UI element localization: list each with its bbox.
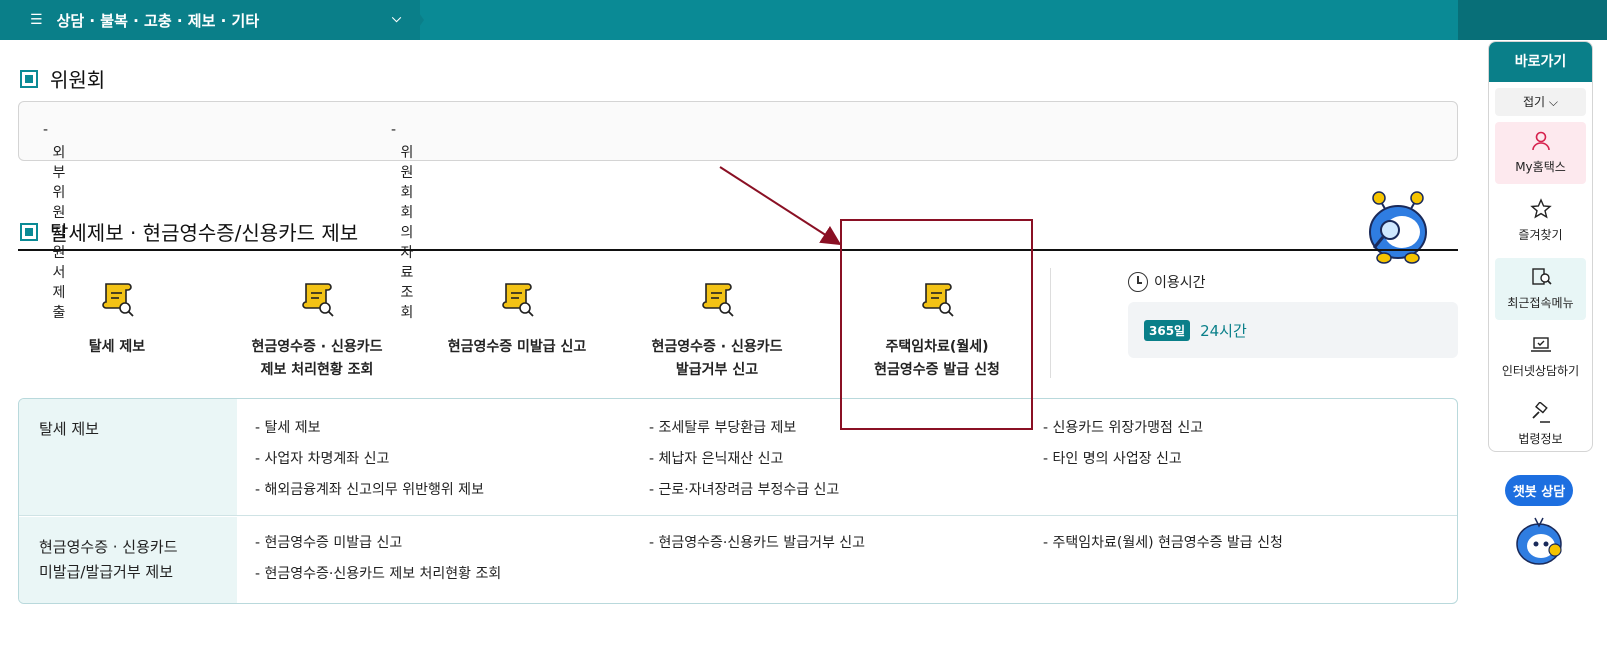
quick-item-label: My홈택스 bbox=[1515, 160, 1566, 174]
laptop-icon bbox=[1530, 337, 1551, 352]
quick-item-online-consult[interactable]: 인터넷상담하기 bbox=[1495, 326, 1586, 388]
quick-item-label: 인터넷상담하기 bbox=[1501, 364, 1580, 378]
quick-menu-title: 바로가기 bbox=[1489, 42, 1592, 82]
fold-button[interactable]: 접기 ⌵ bbox=[1495, 88, 1586, 116]
annotation-highlight-box bbox=[840, 219, 1033, 430]
star-icon bbox=[1529, 198, 1552, 219]
quick-item-label: 즐겨찾기 bbox=[1518, 228, 1563, 242]
quick-item-recent-menu[interactable]: 최근접속메뉴 bbox=[1495, 258, 1586, 320]
gavel-icon bbox=[1531, 402, 1550, 423]
document-search-icon bbox=[1531, 268, 1552, 285]
annotation-arrow bbox=[719, 166, 842, 246]
quick-menu-panel: 바로가기 접기 ⌵ My홈택스 즐겨찾기 최근접속메뉴 인터넷상담하기 법령정보 bbox=[1488, 41, 1593, 452]
chatbot-button[interactable]: 챗봇 상담 bbox=[1505, 475, 1573, 568]
chatbot-mascot-icon bbox=[1516, 517, 1562, 565]
fold-label: 접기 bbox=[1522, 95, 1546, 109]
quick-item-label: 법령정보 bbox=[1518, 432, 1563, 446]
person-icon bbox=[1531, 131, 1550, 151]
annotation-overlay bbox=[719, 166, 842, 246]
quick-item-label: 최근접속메뉴 bbox=[1507, 296, 1574, 310]
quick-item-law-info[interactable]: 법령정보 bbox=[1495, 394, 1586, 451]
quick-item-favorites[interactable]: 즐겨찾기 bbox=[1495, 190, 1586, 252]
quick-item-my-hometax[interactable]: My홈택스 bbox=[1495, 122, 1586, 184]
chatbot-label: 챗봇 상담 bbox=[1505, 475, 1573, 506]
